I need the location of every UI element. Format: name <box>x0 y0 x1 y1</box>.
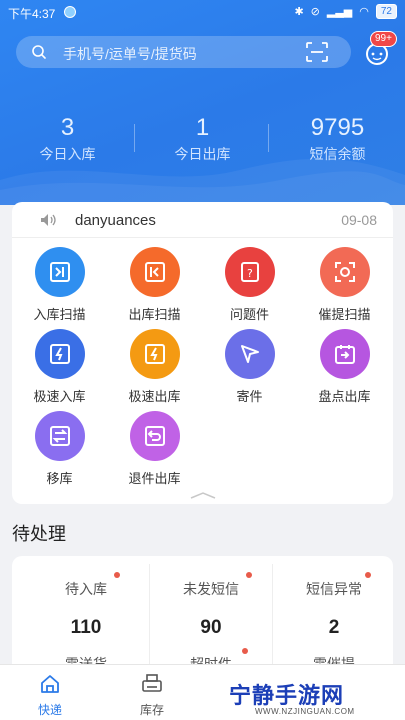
status-bar: 下午4:37 ✱ ⊘ ▂▃▅ ◠ 72 <box>0 0 405 24</box>
chevron-up-icon[interactable] <box>190 491 216 499</box>
func-remind-scan[interactable]: 催提扫描 <box>297 247 392 323</box>
func-label: 出库扫描 <box>128 307 181 322</box>
bluetooth-icon: ✱ <box>294 6 304 18</box>
fast-out-icon <box>129 329 180 379</box>
tab-express[interactable]: 快递 <box>20 673 80 718</box>
func-label: 寄件 <box>236 389 263 404</box>
wifi-icon: ◠ <box>359 6 369 18</box>
message-button[interactable]: 99+ <box>364 31 397 65</box>
unread-dot <box>242 648 248 654</box>
stat-label: 短信余额 <box>309 146 366 162</box>
func-problem[interactable]: ? 问题件 <box>202 247 297 323</box>
pending-value: 2 <box>328 617 340 638</box>
func-move[interactable]: 移库 <box>12 411 107 487</box>
message-badge: 99+ <box>370 31 397 47</box>
stat-value: 3 <box>60 114 75 141</box>
func-label: 极速出库 <box>128 389 181 404</box>
pending-unsent-sms[interactable]: 未发短信 90 <box>149 572 273 639</box>
func-return-out[interactable]: 退件出库 <box>107 411 202 487</box>
stat-value: 1 <box>195 114 210 141</box>
divider <box>268 124 269 152</box>
scan-in-icon <box>34 247 85 297</box>
functions-card: danyuances 09-08 入库扫描 出库扫描 ? 问题件 催提扫描 极速… <box>12 202 393 504</box>
tab-inventory[interactable]: 库存 <box>122 673 182 718</box>
notification-app-icon <box>64 6 76 18</box>
search-icon <box>32 45 46 59</box>
unread-dot <box>246 572 252 578</box>
watermark-logo: 宁静手游网 WWW.NZJINGUAN.COM <box>223 676 405 720</box>
pending-label: 待入库 <box>65 581 107 597</box>
func-fast-out[interactable]: 极速出库 <box>107 329 202 405</box>
pending-label: 短信异常 <box>306 581 362 597</box>
scan-icon[interactable] <box>305 41 329 63</box>
speaker-icon <box>41 214 56 226</box>
header: 下午4:37 ✱ ⊘ ▂▃▅ ◠ 72 手机号/运单号/提货码 99+ 3 今日… <box>0 0 405 205</box>
home-icon <box>41 675 59 693</box>
notice-date: 09-08 <box>341 212 377 228</box>
pending-to-store[interactable]: 待入库 110 <box>24 572 148 639</box>
func-label: 退件出库 <box>128 471 181 486</box>
notice-bar[interactable]: danyuances 09-08 <box>12 202 393 238</box>
func-scan-in[interactable]: 入库扫描 <box>12 247 107 323</box>
svg-text:?: ? <box>247 267 253 280</box>
pending-value: 110 <box>70 617 102 638</box>
stat-today-in[interactable]: 3 今日入库 <box>0 113 135 164</box>
stat-label: 今日出库 <box>174 146 231 162</box>
func-fast-in[interactable]: 极速入库 <box>12 329 107 405</box>
stat-value: 9795 <box>310 114 365 141</box>
func-label: 移库 <box>46 471 73 486</box>
func-label: 极速入库 <box>33 389 86 404</box>
unread-dot <box>114 572 120 578</box>
notice-username: danyuances <box>75 212 156 229</box>
stat-sms-balance[interactable]: 9795 短信余额 <box>270 113 405 164</box>
func-scan-out[interactable]: 出库扫描 <box>107 247 202 323</box>
battery-icon: 72 <box>375 4 397 19</box>
func-inventory-out[interactable]: 盘点出库 <box>297 329 392 405</box>
status-time: 下午4:37 <box>8 7 56 21</box>
status-icons: ✱ ⊘ ▂▃▅ ◠ 72 <box>294 4 397 19</box>
tab-label: 库存 <box>139 703 164 717</box>
watermark-text: 宁静手游网 <box>229 683 345 708</box>
pending-sms-error[interactable]: 短信异常 2 <box>272 572 396 639</box>
unread-dot <box>365 572 371 578</box>
func-label: 催提扫描 <box>318 307 371 322</box>
pending-value: 90 <box>200 617 222 638</box>
scan-out-icon <box>129 247 180 297</box>
mute-icon: ⊘ <box>310 6 320 18</box>
printer-icon <box>142 674 162 692</box>
search-placeholder: 手机号/运单号/提货码 <box>63 46 197 62</box>
stat-today-out[interactable]: 1 今日出库 <box>135 113 270 164</box>
return-out-icon <box>129 411 180 461</box>
inventory-out-icon <box>319 329 370 379</box>
fast-in-icon <box>34 329 85 379</box>
func-label: 问题件 <box>229 307 269 322</box>
signal-icon: ▂▃▅ <box>326 6 353 18</box>
remind-scan-icon <box>319 247 370 297</box>
pending-label: 未发短信 <box>183 581 239 597</box>
problem-icon: ? <box>224 247 275 297</box>
func-send[interactable]: 寄件 <box>202 329 297 405</box>
tab-label: 快递 <box>37 703 62 717</box>
stat-label: 今日入库 <box>39 146 96 162</box>
watermark-url: WWW.NZJINGUAN.COM <box>255 707 355 716</box>
search-bar[interactable]: 手机号/运单号/提货码 <box>16 36 351 68</box>
move-icon <box>34 411 85 461</box>
func-label: 盘点出库 <box>318 389 371 404</box>
send-icon <box>224 329 275 379</box>
pending-title: 待处理 <box>12 524 66 544</box>
func-label: 入库扫描 <box>33 307 86 322</box>
